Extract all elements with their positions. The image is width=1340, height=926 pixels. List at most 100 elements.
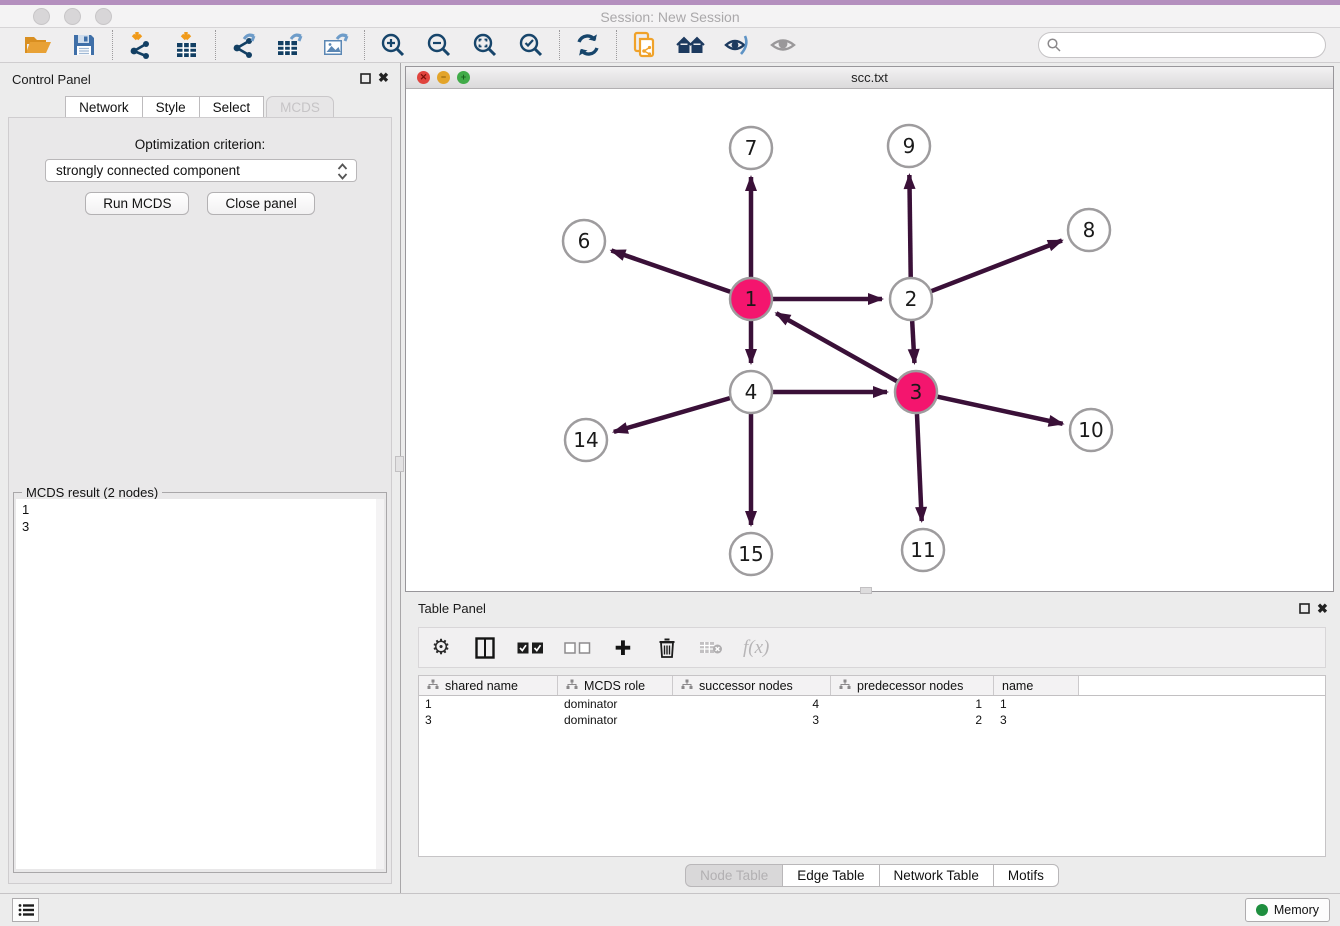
hide-selected-icon[interactable] (722, 30, 752, 60)
memory-status-icon (1256, 904, 1268, 916)
mcds-result-scrollbar[interactable] (376, 499, 384, 869)
node-label-9: 9 (903, 134, 916, 158)
export-image-icon[interactable] (321, 30, 351, 60)
column-header-MCDS-role[interactable]: MCDS role (558, 676, 673, 695)
app-titlebar: Session: New Session (0, 5, 1340, 28)
tab-network-table[interactable]: Network Table (879, 864, 994, 887)
control-panel-close-icon[interactable]: ✖ (378, 70, 389, 86)
node-table-body: 1dominator4113dominator323 (419, 696, 1325, 728)
cell-successor-nodes[interactable]: 4 (673, 696, 831, 712)
network-canvas[interactable]: 7968124314101511 (406, 89, 1333, 591)
edge-4-14[interactable] (614, 398, 730, 432)
column-header-shared-name[interactable]: shared name (419, 676, 558, 695)
table-panel-float-icon[interactable] (1299, 603, 1310, 617)
open-session-icon[interactable] (23, 30, 53, 60)
export-table-icon[interactable] (275, 30, 305, 60)
cell-shared-name[interactable]: 3 (419, 712, 558, 728)
column-header-predecessor-nodes[interactable]: predecessor nodes (831, 676, 994, 695)
mcds-result-title: MCDS result (2 nodes) (22, 485, 162, 500)
edge-3-10[interactable] (937, 397, 1062, 424)
node-label-2: 2 (905, 287, 918, 311)
tab-mcds[interactable]: MCDS (266, 96, 334, 118)
mcds-result-text[interactable]: 1 3 (16, 499, 376, 869)
search-field-wrap (1038, 32, 1326, 58)
edge-3-11[interactable] (917, 414, 922, 521)
show-hidden-icon[interactable] (768, 30, 798, 60)
cell-predecessor-nodes[interactable]: 1 (831, 696, 994, 712)
network-table-splitter-grip[interactable] (860, 587, 872, 594)
edge-3-1[interactable] (776, 313, 897, 381)
edge-2-9[interactable] (909, 175, 910, 277)
edge-2-3[interactable] (912, 321, 914, 363)
create-column-icon[interactable]: ✚ (611, 635, 635, 661)
export-network-icon[interactable] (229, 30, 259, 60)
zoom-in-icon[interactable] (378, 30, 408, 60)
hierarchy-icon (839, 679, 851, 693)
tab-network[interactable]: Network (65, 96, 143, 118)
cell-MCDS-role[interactable]: dominator (558, 712, 673, 728)
edge-2-8[interactable] (932, 240, 1062, 291)
table-row[interactable]: 3dominator323 (419, 712, 1325, 728)
delete-column-icon[interactable] (655, 635, 679, 661)
cell-predecessor-nodes[interactable]: 2 (831, 712, 994, 728)
search-icon (1047, 38, 1061, 57)
cell-name[interactable]: 3 (994, 712, 1079, 728)
table-panel-close-icon[interactable]: ✖ (1317, 601, 1328, 617)
show-column-panel-icon[interactable] (473, 635, 497, 661)
network-window-titlebar[interactable]: ✕ − + scc.txt (406, 67, 1333, 89)
node-label-4: 4 (745, 380, 758, 404)
node-label-3: 3 (910, 380, 923, 404)
save-session-icon[interactable] (69, 30, 99, 60)
close-panel-button[interactable]: Close panel (207, 192, 314, 215)
import-network-icon[interactable] (126, 30, 156, 60)
run-mcds-button[interactable]: Run MCDS (85, 192, 189, 215)
column-label: MCDS role (584, 679, 645, 693)
import-table-icon[interactable] (172, 30, 202, 60)
zoom-selected-icon[interactable] (516, 30, 546, 60)
task-history-button[interactable] (12, 898, 39, 922)
column-header-name[interactable]: name (994, 676, 1079, 695)
optimization-criterion-select[interactable]: strongly connected component (45, 159, 357, 182)
memory-button[interactable]: Memory (1245, 898, 1330, 922)
control-panel-header: Control Panel ✖ (0, 63, 400, 93)
cell-shared-name[interactable]: 1 (419, 696, 558, 712)
table-settings-gear-icon[interactable]: ⚙ (429, 635, 453, 661)
control-panel-float-icon[interactable] (360, 73, 371, 87)
function-builder-icon[interactable]: f(x) (743, 635, 769, 661)
node-label-15: 15 (738, 542, 763, 566)
cell-MCDS-role[interactable]: dominator (558, 696, 673, 712)
table-row[interactable]: 1dominator411 (419, 696, 1325, 712)
optimization-criterion-value: strongly connected component (56, 163, 240, 178)
deselect-all-columns-icon[interactable] (564, 635, 591, 661)
search-input[interactable] (1038, 32, 1326, 58)
memory-label: Memory (1274, 903, 1319, 917)
tab-edge-table[interactable]: Edge Table (782, 864, 879, 887)
app-title: Session: New Session (0, 9, 1340, 25)
edge-1-6[interactable] (611, 251, 730, 292)
cell-successor-nodes[interactable]: 3 (673, 712, 831, 728)
panel-splitter-grip[interactable] (395, 456, 404, 472)
apply-layout-icon[interactable] (573, 30, 603, 60)
column-header-successor-nodes[interactable]: successor nodes (673, 676, 831, 695)
tab-select[interactable]: Select (199, 96, 265, 118)
zoom-fit-icon[interactable] (470, 30, 500, 60)
network-view-window: ✕ − + scc.txt 7968124314101511 (405, 66, 1334, 592)
delete-table-icon[interactable] (699, 635, 723, 661)
hierarchy-icon (427, 679, 439, 693)
zoom-out-icon[interactable] (424, 30, 454, 60)
clone-network-icon[interactable] (630, 30, 660, 60)
node-label-1: 1 (745, 287, 758, 311)
select-all-columns-icon[interactable] (517, 635, 544, 661)
node-table-header: shared name MCDS role successor nodesprede… (419, 676, 1325, 696)
tab-style[interactable]: Style (142, 96, 200, 118)
control-panel-title: Control Panel (12, 72, 91, 87)
status-bar: Memory (0, 893, 1340, 926)
tab-node-table[interactable]: Node Table (685, 864, 783, 887)
tab-motifs[interactable]: Motifs (993, 864, 1059, 887)
network-window-title: scc.txt (406, 70, 1333, 85)
hierarchy-icon (681, 679, 693, 693)
show-all-icon[interactable] (676, 30, 706, 60)
panel-splitter (400, 63, 401, 893)
cell-name[interactable]: 1 (994, 696, 1079, 712)
node-label-14: 14 (573, 428, 598, 452)
